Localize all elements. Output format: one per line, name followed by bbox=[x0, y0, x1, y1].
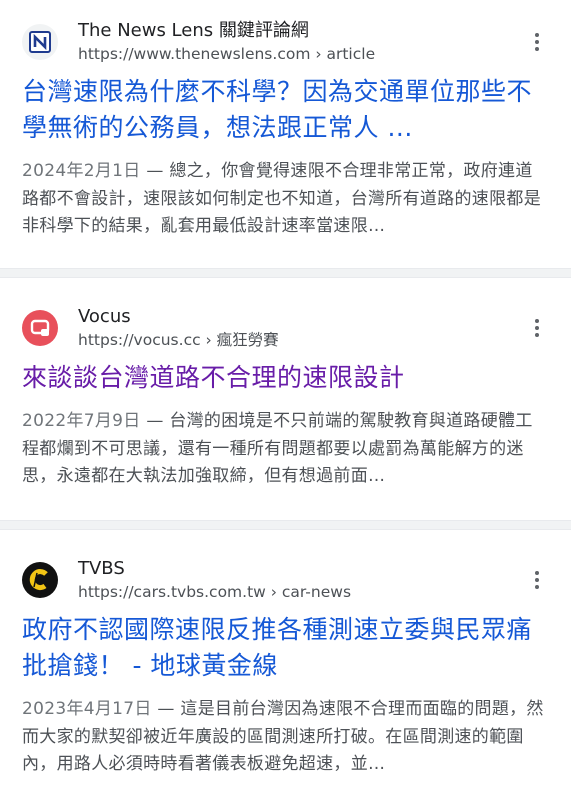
tvbs-car-logo-icon bbox=[22, 562, 58, 598]
site-url: https://cars.tvbs.com.tw › car-news bbox=[78, 583, 352, 601]
result-divider bbox=[0, 268, 571, 278]
search-result: Vocus https://vocus.cc › 瘋狂勞賽 來談談台灣道路不合理… bbox=[0, 278, 571, 520]
result-divider bbox=[0, 520, 571, 530]
result-source[interactable]: The News Lens 關鍵評論網 https://www.thenewsl… bbox=[22, 18, 549, 66]
more-options-icon[interactable] bbox=[527, 28, 547, 56]
result-snippet: 2022年7月9日 — 台灣的困境是不只前端的駕駛教育與道路硬體工程都爛到不可思… bbox=[22, 411, 533, 486]
search-result: TVBS https://cars.tvbs.com.tw › car-news… bbox=[0, 530, 571, 800]
site-name: The News Lens 關鍵評論網 bbox=[78, 20, 309, 41]
breadcrumb: › car-news bbox=[270, 583, 352, 601]
search-result: The News Lens 關鍵評論網 https://www.thenewsl… bbox=[0, 0, 571, 268]
result-title-link[interactable]: 來談談台灣道路不合理的速限設計 bbox=[22, 360, 549, 396]
breadcrumb: › 瘋狂勞賽 bbox=[205, 331, 279, 349]
more-options-icon[interactable] bbox=[527, 314, 547, 342]
newslens-logo-icon bbox=[22, 24, 58, 60]
site-name: Vocus bbox=[78, 306, 131, 327]
result-date: 2023年4月17日 bbox=[22, 699, 152, 719]
vocus-logo-icon bbox=[22, 310, 58, 346]
site-url: https://www.thenewslens.com › article bbox=[78, 45, 376, 63]
result-source[interactable]: TVBS https://cars.tvbs.com.tw › car-news bbox=[22, 556, 549, 604]
result-source[interactable]: Vocus https://vocus.cc › 瘋狂勞賽 bbox=[22, 304, 549, 352]
result-title-link[interactable]: 台灣速限為什麼不科學？因為交通單位那些不學無術的公務員，想法跟正常人 ... bbox=[22, 74, 549, 146]
breadcrumb: › article bbox=[315, 45, 376, 63]
site-url: https://vocus.cc › 瘋狂勞賽 bbox=[78, 331, 279, 349]
more-options-icon[interactable] bbox=[527, 566, 547, 594]
result-date: 2024年2月1日 bbox=[22, 161, 141, 181]
result-snippet: 2024年2月1日 — 總之，你會覺得速限不合理非常正常，政府連道路都不會設計，… bbox=[22, 161, 541, 236]
result-title-link[interactable]: 政府不認國際速限反推各種測速立委與民眾痛批搶錢！ - 地球黃金線 bbox=[22, 612, 549, 684]
result-date: 2022年7月9日 bbox=[22, 411, 141, 431]
result-snippet: 2023年4月17日 — 這是目前台灣因為速限不合理而面臨的問題，然而大家的默契… bbox=[22, 699, 544, 774]
site-name: TVBS bbox=[78, 558, 125, 579]
